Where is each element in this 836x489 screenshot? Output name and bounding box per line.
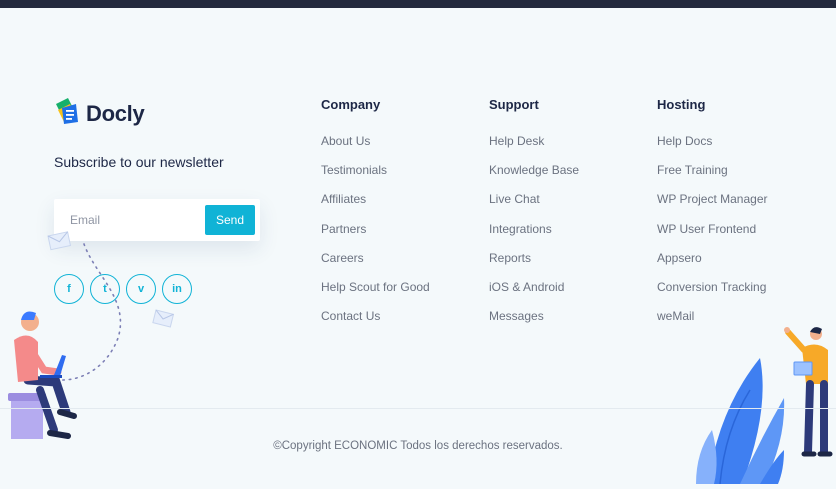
footer-link[interactable]: weMail — [657, 309, 694, 323]
top-section-edge — [0, 0, 836, 8]
footer-link[interactable]: Help Desk — [489, 134, 544, 148]
column-title: Hosting — [657, 97, 706, 112]
footer-link[interactable]: Conversion Tracking — [657, 280, 766, 294]
footer-link[interactable]: Careers — [321, 251, 364, 265]
footer-link[interactable]: Appsero — [657, 251, 702, 265]
footer-link[interactable]: Knowledge Base — [489, 163, 579, 177]
footer-link[interactable]: WP Project Manager — [657, 192, 768, 206]
footer-link[interactable]: Integrations — [489, 222, 552, 236]
column-title: Company — [321, 97, 381, 112]
footer-link[interactable]: Messages — [489, 309, 544, 323]
docly-logo-icon — [54, 96, 80, 131]
footer-column-hosting: Hosting Help Docs Free Training WP Proje… — [657, 97, 768, 338]
standing-person-illustration — [690, 320, 836, 489]
footer-link[interactable]: WP User Frontend — [657, 222, 756, 236]
footer-link[interactable]: Affiliates — [321, 192, 366, 206]
footer-link[interactable]: Help Scout for Good — [321, 280, 430, 294]
brand-logo[interactable]: Docly — [54, 96, 145, 131]
footer-link[interactable]: iOS & Android — [489, 280, 564, 294]
newsletter-heading: Subscribe to our newsletter — [54, 154, 224, 170]
send-button[interactable]: Send — [205, 205, 255, 235]
brand-name: Docly — [86, 100, 145, 126]
footer-column-support: Support Help Desk Knowledge Base Live Ch… — [489, 97, 579, 338]
column-title: Support — [489, 97, 539, 112]
footer-link[interactable]: Contact Us — [321, 309, 380, 323]
footer-link[interactable]: Partners — [321, 222, 366, 236]
footer-column-company: Company About Us Testimonials Affiliates… — [321, 97, 430, 338]
footer-link[interactable]: Free Training — [657, 163, 728, 177]
footer-link[interactable]: Testimonials — [321, 163, 387, 177]
footer-link[interactable]: Help Docs — [657, 134, 712, 148]
footer-link[interactable]: About Us — [321, 134, 370, 148]
copyright-text: ©Copyright ECONOMIC Todos los derechos r… — [273, 440, 563, 452]
footer-divider — [0, 408, 836, 409]
footer-link[interactable]: Reports — [489, 251, 531, 265]
footer-link[interactable]: Live Chat — [489, 192, 540, 206]
laptop-person-illustration — [0, 230, 200, 450]
